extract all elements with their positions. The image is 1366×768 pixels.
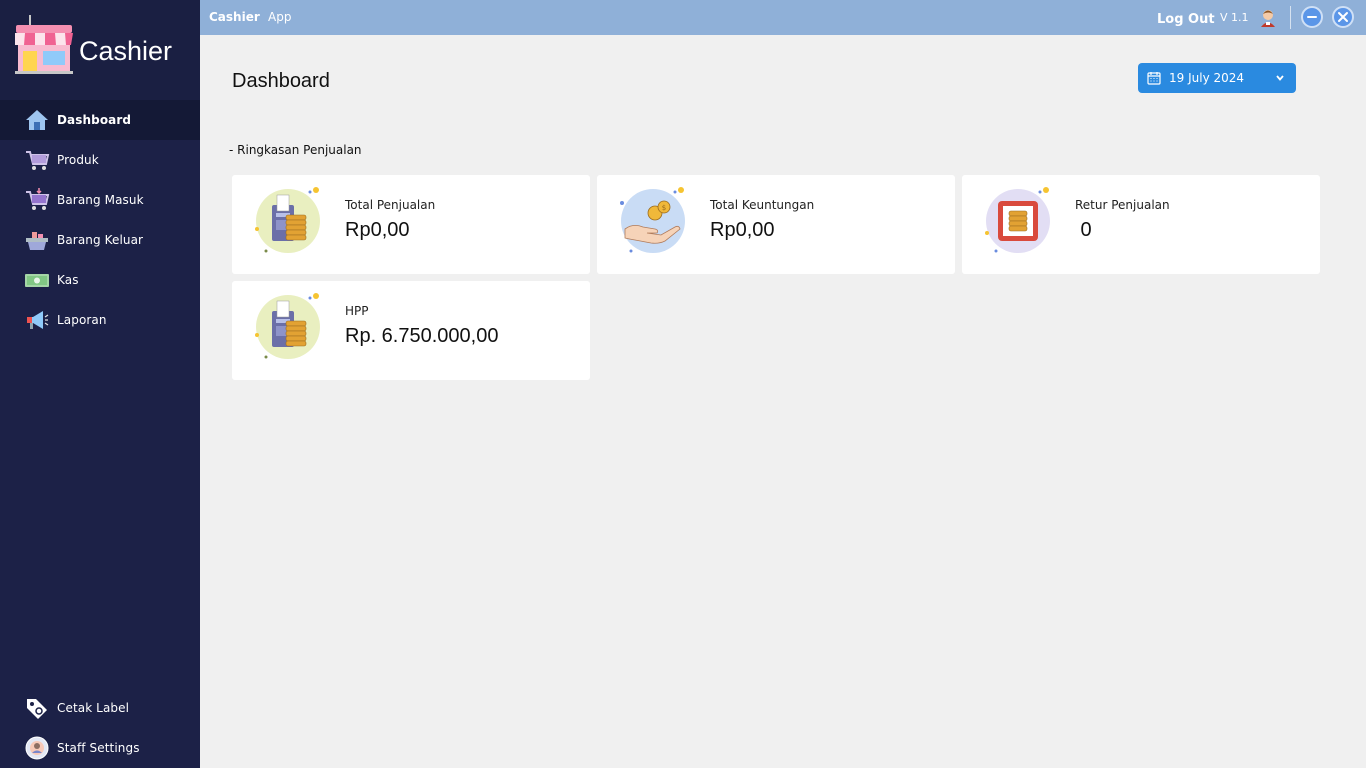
- date-picker[interactable]: 19 July 2024: [1138, 63, 1296, 93]
- app-title-bold: Cashier: [209, 10, 260, 24]
- card-retur-penjualan: Retur Penjualan 0: [962, 175, 1320, 274]
- hand-coins-icon: $: [620, 187, 685, 253]
- card-hpp: HPP Rp. 6.750.000,00: [232, 281, 590, 380]
- sidebar-item-label: Barang Masuk: [57, 193, 144, 207]
- tag-icon: [27, 699, 47, 719]
- sidebar: Cashier Dashboard Produk Barang Masuk Ba…: [0, 0, 200, 768]
- sidebar-item-label: Laporan: [57, 313, 107, 327]
- sidebar-item-dashboard[interactable]: Dashboard: [0, 100, 200, 140]
- card-total-penjualan: Total Penjualan Rp0,00: [232, 175, 590, 274]
- card-value: Rp0,00: [710, 219, 775, 241]
- card-value: Rp0,00: [345, 219, 410, 241]
- version-label: V 1.1: [1220, 11, 1249, 24]
- staff-icon: [25, 736, 49, 760]
- sidebar-item-kas[interactable]: Kas: [0, 260, 200, 300]
- brand: Cashier: [0, 0, 200, 100]
- sidebar-item-produk[interactable]: Produk: [0, 140, 200, 180]
- cart-icon: [26, 151, 50, 170]
- pos-coins-icon: [255, 187, 320, 253]
- brand-name: Cashier: [79, 36, 173, 66]
- sidebar-item-label: Produk: [57, 153, 99, 167]
- sidebar-item-barang-keluar[interactable]: Barang Keluar: [0, 220, 200, 260]
- close-icon: [1338, 12, 1348, 22]
- cash-icon: [25, 274, 49, 287]
- home-icon: [26, 110, 48, 130]
- divider: [1290, 6, 1291, 29]
- store-logo-icon: [15, 15, 73, 74]
- card-total-keuntungan: $ Total Keuntungan Rp0,00: [597, 175, 955, 274]
- date-value: 19 July 2024: [1169, 71, 1245, 85]
- card-title: HPP: [345, 304, 369, 318]
- logout-button[interactable]: Log Out: [1157, 12, 1215, 27]
- sidebar-item-barang-masuk[interactable]: Barang Masuk: [0, 180, 200, 220]
- sidebar-item-label: Barang Keluar: [57, 233, 144, 247]
- app-title-rest: App: [268, 10, 292, 24]
- sidebar-item-cetak-label[interactable]: Cetak Label: [0, 688, 200, 728]
- user-avatar-icon[interactable]: [1257, 6, 1279, 28]
- megaphone-icon: [27, 311, 49, 329]
- close-button[interactable]: [1332, 6, 1354, 28]
- sidebar-item-label: Dashboard: [57, 113, 132, 127]
- calendar-icon: [1147, 72, 1161, 85]
- card-title: Total Penjualan: [345, 198, 436, 212]
- minimize-button[interactable]: [1301, 6, 1323, 28]
- sidebar-item-laporan[interactable]: Laporan: [0, 300, 200, 340]
- title-bar: Cashier App Log Out V 1.1: [200, 0, 1366, 35]
- card-value: 0: [1075, 219, 1092, 241]
- sidebar-item-label: Staff Settings: [57, 741, 140, 755]
- basket-icon: [26, 232, 48, 250]
- card-title: Total Keuntungan: [710, 198, 815, 212]
- svg-text:$: $: [662, 204, 666, 212]
- cart-in-icon: [26, 188, 50, 210]
- card-title: Retur Penjualan: [1075, 198, 1170, 212]
- pos-coins-icon: [255, 293, 320, 359]
- page-title: Dashboard: [232, 70, 330, 92]
- sidebar-item-label: Cetak Label: [57, 701, 130, 715]
- sidebar-item-label: Kas: [57, 273, 79, 287]
- sidebar-item-staff-settings[interactable]: Staff Settings: [0, 728, 200, 768]
- chevron-down-icon: [1276, 75, 1284, 81]
- section-heading: - Ringkasan Penjualan: [229, 143, 362, 157]
- card-value: Rp. 6.750.000,00: [345, 325, 499, 347]
- return-coins-icon: [985, 187, 1050, 253]
- minimize-icon: [1307, 16, 1317, 18]
